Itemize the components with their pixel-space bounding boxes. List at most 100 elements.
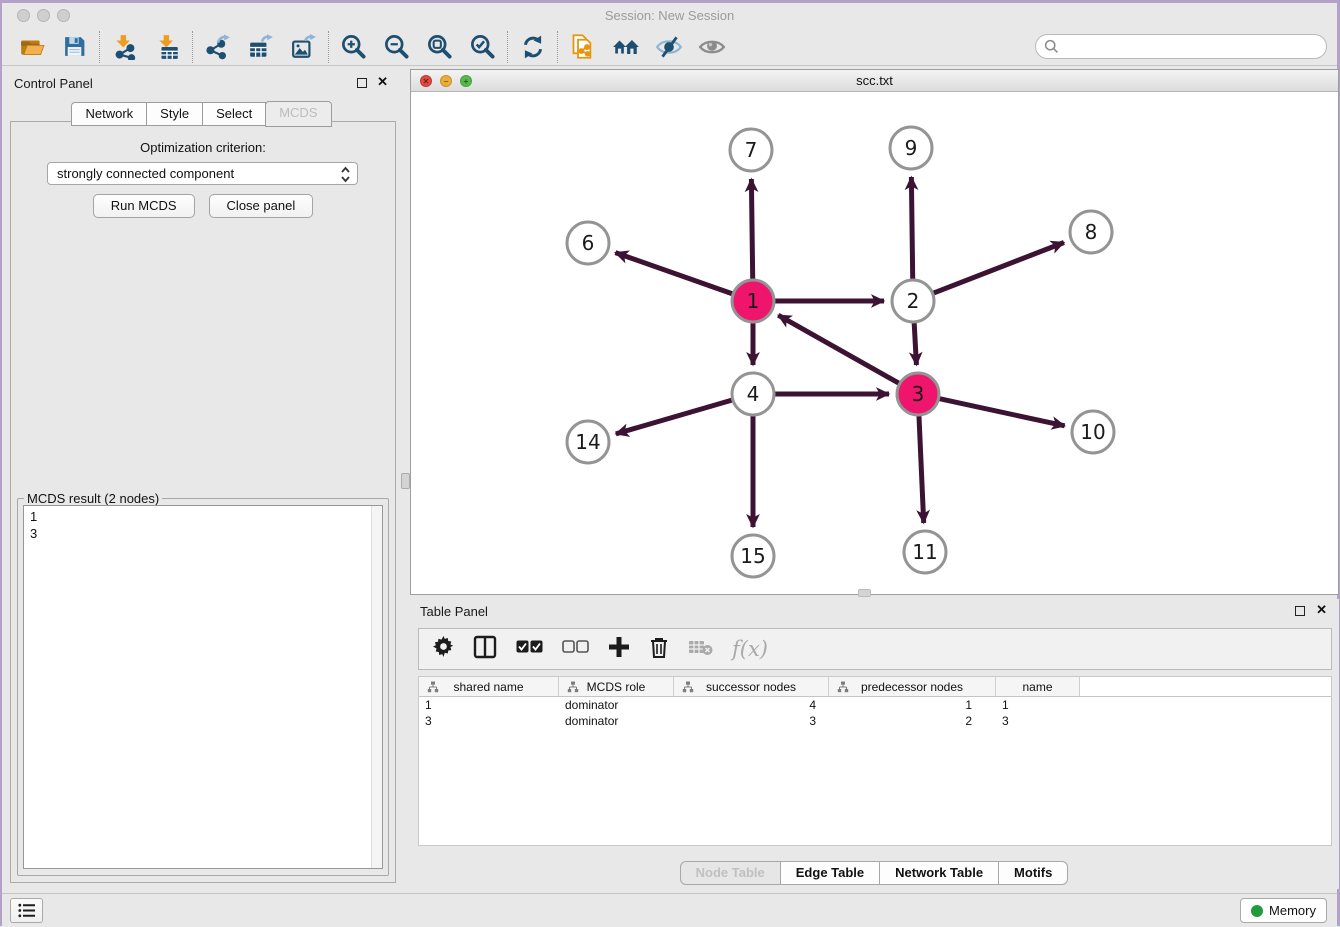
network-canvas[interactable]: 1 2 3 4 6 7 8 9 10 11 14 15 — [411, 92, 1338, 594]
horizontal-splitter-handle[interactable] — [858, 589, 871, 597]
tab-style[interactable]: Style — [146, 102, 203, 126]
export-table-icon[interactable] — [239, 30, 282, 64]
graph-edge-3-10[interactable] — [939, 399, 1064, 426]
split-columns-icon[interactable] — [473, 635, 497, 664]
zoom-out-icon[interactable] — [375, 30, 418, 64]
column-header-shared-name[interactable]: shared name — [419, 677, 559, 696]
zoom-selected-icon[interactable] — [461, 30, 504, 64]
vertical-splitter-handle[interactable] — [401, 473, 410, 489]
run-mcds-button[interactable]: Run MCDS — [93, 194, 195, 218]
search-input[interactable] — [1035, 34, 1327, 59]
tab-motifs[interactable]: Motifs — [998, 861, 1068, 885]
network-window-titlebar[interactable]: ✕ − + scc.txt — [411, 70, 1338, 92]
hierarchy-icon — [567, 681, 579, 693]
table-row[interactable]: 1 dominator 4 1 1 — [419, 697, 1331, 713]
hierarchy-icon — [682, 681, 694, 693]
graph-node-2[interactable]: 2 — [892, 280, 934, 322]
result-scrollbar[interactable] — [371, 506, 382, 868]
close-table-panel-icon[interactable]: ✕ — [1316, 602, 1327, 618]
graph-edge-2-9[interactable] — [911, 177, 912, 279]
criterion-select[interactable]: strongly connected component — [47, 162, 358, 185]
graph-edge-2-8[interactable] — [934, 242, 1064, 293]
settings-gear-icon[interactable] — [433, 636, 454, 662]
close-panel-button[interactable]: Close panel — [209, 194, 314, 218]
tab-edge-table[interactable]: Edge Table — [780, 861, 880, 885]
control-panel: Control Panel ✕ NetworkStyleSelectMCDS O… — [6, 71, 398, 889]
graph-node-3[interactable]: 3 — [897, 373, 939, 415]
graph-node-11[interactable]: 11 — [904, 531, 946, 573]
import-network-icon[interactable] — [103, 30, 146, 64]
memory-label: Memory — [1269, 903, 1316, 918]
close-panel-icon[interactable]: ✕ — [377, 74, 388, 90]
graph-edge-2-3[interactable] — [914, 323, 916, 365]
list-icon — [18, 903, 36, 918]
open-session-icon[interactable] — [10, 30, 53, 64]
refresh-icon[interactable] — [511, 30, 554, 64]
add-column-icon[interactable] — [608, 636, 630, 663]
toolbar-separator — [99, 31, 100, 63]
tab-node-table[interactable]: Node Table — [680, 861, 781, 885]
tab-mcds[interactable]: MCDS — [265, 101, 331, 127]
hierarchy-icon — [837, 681, 849, 693]
svg-text:6: 6 — [582, 231, 595, 255]
memory-status-icon — [1251, 905, 1263, 917]
task-history-button[interactable] — [10, 898, 43, 923]
zoom-in-icon[interactable] — [332, 30, 375, 64]
delete-table-icon — [688, 638, 713, 661]
graph-node-14[interactable]: 14 — [567, 421, 609, 463]
search-icon — [1044, 39, 1059, 54]
hide-details-eye-icon[interactable] — [647, 30, 690, 64]
control-panel-title: Control Panel — [14, 76, 93, 91]
mcds-result-textarea[interactable]: 13 — [23, 505, 383, 869]
export-image-icon[interactable] — [282, 30, 325, 64]
graph-edge-1-6[interactable] — [615, 253, 732, 294]
svg-text:9: 9 — [905, 136, 918, 160]
import-table-icon[interactable] — [146, 30, 189, 64]
graph-edge-4-14[interactable] — [616, 400, 732, 434]
float-panel-icon[interactable] — [357, 78, 367, 88]
toolbar-separator — [192, 31, 193, 63]
svg-text:15: 15 — [740, 544, 765, 568]
control-panel-tabbar: NetworkStyleSelectMCDS — [6, 100, 398, 126]
delete-column-icon[interactable] — [649, 636, 669, 663]
node-table: shared name MCDS role successor nodes pr… — [418, 676, 1332, 846]
function-builder-icon: f(x) — [732, 637, 768, 661]
graph-node-1[interactable]: 1 — [732, 280, 774, 322]
column-header-name[interactable]: name — [996, 677, 1080, 696]
duplicate-network-icon[interactable] — [561, 30, 604, 64]
graph-node-9[interactable]: 9 — [890, 127, 932, 169]
network-view-window: ✕ − + scc.txt 1 2 3 4 6 7 8 9 10 11 14 15 — [410, 69, 1339, 595]
home-views-icon[interactable] — [604, 30, 647, 64]
save-session-icon[interactable] — [53, 30, 96, 64]
status-bar: Memory — [2, 893, 1337, 927]
memory-button[interactable]: Memory — [1240, 898, 1327, 923]
graph-node-10[interactable]: 10 — [1072, 411, 1114, 453]
deselect-all-checks-icon[interactable] — [562, 640, 589, 658]
tab-select[interactable]: Select — [202, 102, 266, 126]
show-eye-icon — [690, 30, 733, 64]
tab-network-table[interactable]: Network Table — [879, 861, 999, 885]
graph-node-7[interactable]: 7 — [730, 129, 772, 171]
graph-edge-1-7[interactable] — [751, 179, 752, 279]
optimization-criterion-label: Optimization criterion: — [11, 140, 395, 155]
table-row[interactable]: 3 dominator 3 2 3 — [419, 713, 1331, 729]
float-table-panel-icon[interactable] — [1295, 606, 1305, 616]
graph-node-4[interactable]: 4 — [732, 373, 774, 415]
graph-node-6[interactable]: 6 — [567, 222, 609, 264]
graph-edge-3-1[interactable] — [778, 315, 899, 383]
graph-edge-3-11[interactable] — [919, 416, 924, 523]
tab-network[interactable]: Network — [71, 102, 147, 126]
window-titlebar: Session: New Session — [2, 3, 1337, 28]
export-network-icon[interactable] — [196, 30, 239, 64]
column-header-mcds-role[interactable]: MCDS role — [559, 677, 674, 696]
graph-node-8[interactable]: 8 — [1070, 211, 1112, 253]
column-header-predecessor-nodes[interactable]: predecessor nodes — [829, 677, 996, 696]
column-header-successor-nodes[interactable]: successor nodes — [674, 677, 829, 696]
svg-text:11: 11 — [912, 540, 937, 564]
select-all-checks-icon[interactable] — [516, 640, 543, 658]
result-line-1: 1 — [30, 509, 37, 524]
session-title: Session: New Session — [2, 8, 1337, 23]
zoom-fit-icon[interactable] — [418, 30, 461, 64]
column-header-filler — [1080, 677, 1331, 696]
graph-node-15[interactable]: 15 — [732, 535, 774, 577]
